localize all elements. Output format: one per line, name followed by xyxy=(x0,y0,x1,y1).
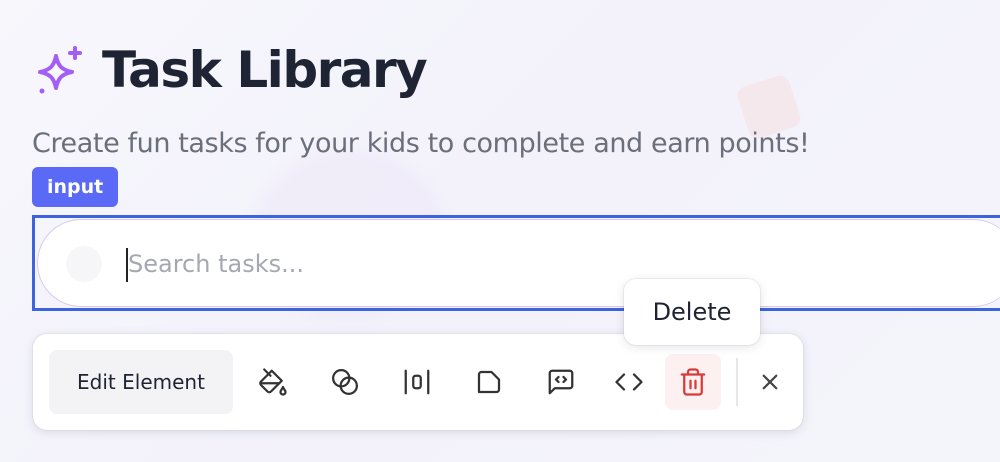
close-icon xyxy=(762,374,778,390)
search-field[interactable] xyxy=(37,219,1000,307)
edit-toolbar: Edit Element xyxy=(33,334,803,430)
message-code-icon[interactable] xyxy=(533,354,589,410)
blend-circles-icon[interactable] xyxy=(317,354,373,410)
search-input[interactable] xyxy=(128,244,828,284)
align-center-icon[interactable] xyxy=(389,354,445,410)
trash-icon xyxy=(680,368,706,396)
corner-radius-icon[interactable] xyxy=(461,354,517,410)
selected-element-outline xyxy=(32,215,1000,311)
paint-bucket-icon[interactable] xyxy=(245,354,301,410)
close-button[interactable] xyxy=(742,354,798,410)
search-icon xyxy=(66,246,102,282)
page-subtitle: Create fun tasks for your kids to comple… xyxy=(32,128,810,159)
delete-button[interactable] xyxy=(665,354,721,410)
page-title: Task Library xyxy=(102,41,428,99)
toolbar-divider xyxy=(736,358,738,406)
sparkle-icon xyxy=(38,46,82,94)
edit-element-button[interactable]: Edit Element xyxy=(49,350,233,414)
delete-tooltip: Delete xyxy=(624,279,760,345)
code-icon[interactable] xyxy=(601,354,657,410)
page-header: Task Library xyxy=(32,41,428,99)
element-tag-badge: input xyxy=(32,167,119,207)
